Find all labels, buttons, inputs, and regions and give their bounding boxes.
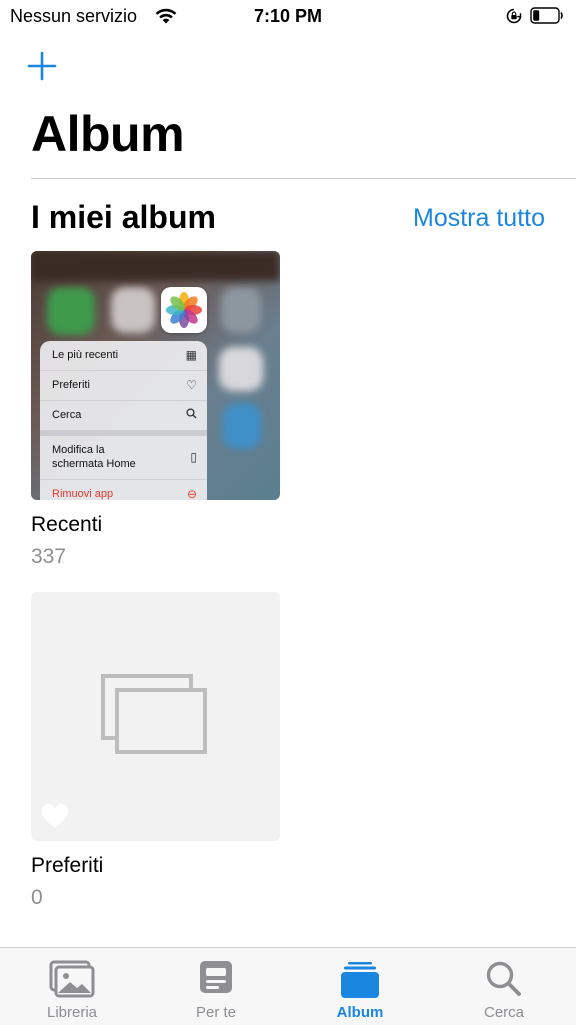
blurred-app-icon [223, 403, 261, 449]
search-icon [186, 401, 197, 430]
minus-circle-icon: ⊖ [186, 487, 197, 500]
menu-item: Le più recenti ▦ [40, 341, 207, 371]
photos-app-icon [161, 287, 207, 333]
menu-item: Rimuovi app ⊖ [40, 480, 207, 500]
tab-label: Cerca [483, 1004, 524, 1021]
heart-icon [41, 803, 69, 835]
albums-icon [340, 960, 380, 1005]
quick-actions-menu: Le più recenti ▦ Preferiti ♡ Cerca Modif… [40, 341, 207, 500]
search-icon [485, 960, 523, 1003]
album-count: 337 [31, 545, 67, 568]
blurred-app-icon [219, 347, 263, 391]
tab-per-te[interactable]: Per te [144, 948, 288, 1025]
menu-item: Preferiti ♡ [40, 371, 207, 401]
tab-bar: Libreria Per te Album Cerca [0, 947, 576, 1025]
blurred-app-icon [47, 287, 95, 335]
tab-album[interactable]: Album [288, 948, 432, 1025]
empty-album-icon [101, 672, 211, 767]
tab-label: Libreria [46, 1004, 98, 1021]
phone-icon: ▯ [190, 450, 197, 464]
tab-libreria[interactable]: Libreria [0, 948, 144, 1025]
divider [31, 178, 576, 179]
blurred-background [31, 251, 280, 281]
plus-icon [27, 51, 57, 81]
album-thumbnail [31, 592, 280, 841]
status-time: 7:10 PM [253, 6, 323, 26]
section-title: I miei album [31, 199, 216, 235]
album-name: Preferiti [31, 854, 104, 877]
tab-cerca[interactable]: Cerca [432, 948, 576, 1025]
orientation-lock-icon [506, 8, 522, 29]
menu-item: Cerca [40, 401, 207, 431]
for-you-icon [199, 960, 233, 1001]
page-title: Album [31, 106, 185, 162]
album-card-preferiti[interactable]: Preferiti 0 [31, 592, 280, 911]
album-name: Recenti [31, 513, 103, 536]
album-card-recenti[interactable]: Le più recenti ▦ Preferiti ♡ Cerca Modif… [31, 251, 280, 570]
album-count: 0 [31, 886, 43, 909]
status-bar: Nessun servizio 7:10 PM [0, 0, 576, 34]
blurred-app-icon [221, 287, 261, 333]
tab-label: Per te [195, 1004, 237, 1021]
heart-icon: ♡ [186, 378, 197, 392]
recent-icon: ▦ [185, 348, 197, 362]
tab-label: Album [336, 1004, 384, 1021]
show-all-link[interactable]: Mostra tutto [413, 203, 545, 233]
menu-item: Modifica la schermata Home ▯ [40, 436, 207, 480]
add-album-button[interactable] [24, 48, 60, 84]
photos-library-icon [49, 960, 95, 1003]
blurred-app-icon [111, 287, 155, 333]
battery-icon [530, 7, 564, 24]
album-thumbnail: Le più recenti ▦ Preferiti ♡ Cerca Modif… [31, 251, 280, 500]
